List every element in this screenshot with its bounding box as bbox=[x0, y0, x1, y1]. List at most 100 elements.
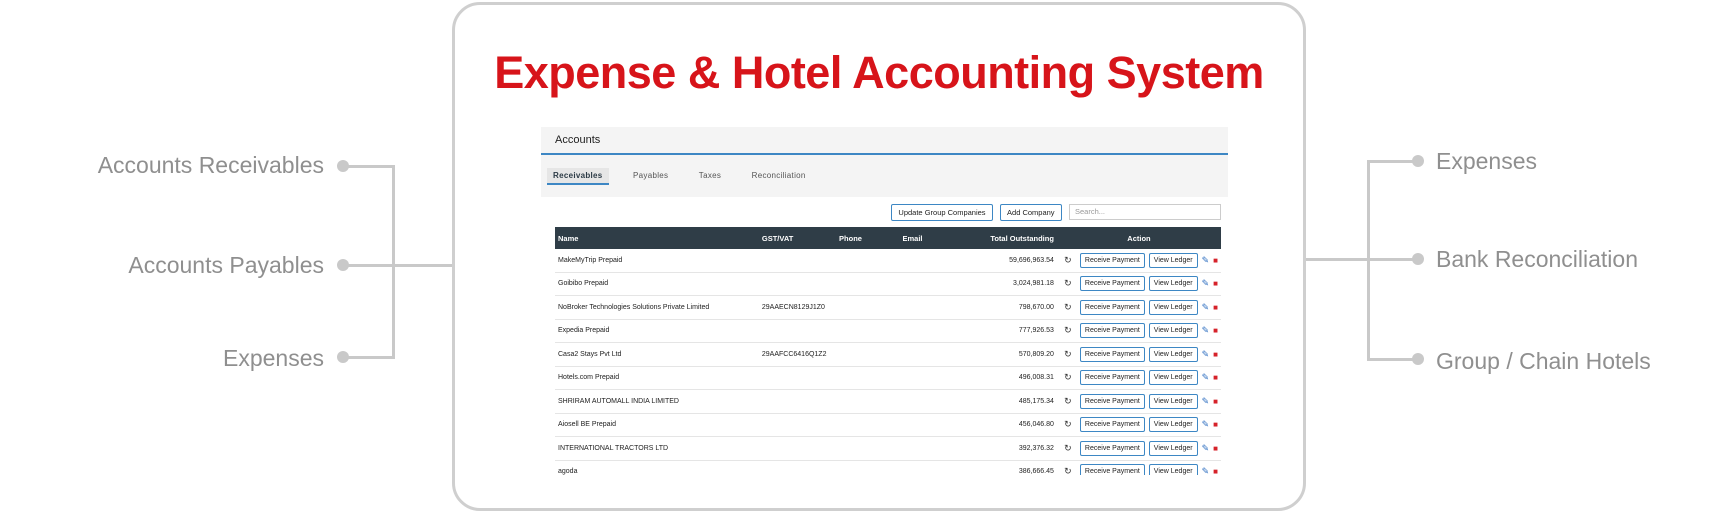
view-ledger-button[interactable]: View Ledger bbox=[1148, 417, 1198, 433]
total-outstanding-value: 485,175.34 bbox=[1018, 397, 1054, 405]
column-header-total-outstanding[interactable]: Total Outstanding bbox=[975, 227, 1057, 249]
cell-email bbox=[899, 319, 976, 343]
table-row: Expedia Prepaid 777,926.53 ↻ Receive Paymen… bbox=[555, 319, 1221, 343]
view-ledger-button[interactable]: View Ledger bbox=[1148, 393, 1198, 409]
connector-line bbox=[392, 264, 454, 267]
refresh-icon[interactable]: ↻ bbox=[1060, 372, 1076, 383]
pencil-icon[interactable]: ✎ bbox=[1202, 396, 1210, 407]
refresh-icon[interactable]: ↻ bbox=[1060, 278, 1076, 289]
cell-total-outstanding: 59,696,963.54 bbox=[975, 249, 1057, 273]
pencil-icon[interactable]: ✎ bbox=[1202, 255, 1210, 266]
connector-line bbox=[1306, 258, 1368, 261]
connector-line bbox=[392, 165, 395, 359]
view-ledger-button[interactable]: View Ledger bbox=[1148, 346, 1198, 362]
table-row: Hotels.com Prepaid 496,008.31 ↻ Receive Pay… bbox=[555, 366, 1221, 390]
table-row: MakeMyTrip Prepaid 59,696,963.54 ↻ Receive … bbox=[555, 249, 1221, 273]
trash-icon[interactable]: ■ bbox=[1213, 467, 1218, 475]
table-header-row: Name GST/VAT Phone Email Total Outstandi… bbox=[555, 227, 1221, 249]
view-ledger-button[interactable]: View Ledger bbox=[1148, 276, 1198, 292]
receive-payment-button[interactable]: Receive Payment bbox=[1079, 393, 1145, 409]
page-title: Accounts bbox=[555, 134, 601, 146]
tab-payables[interactable]: Payables bbox=[627, 168, 674, 183]
view-ledger-button[interactable]: View Ledger bbox=[1148, 370, 1198, 386]
cell-gst bbox=[758, 460, 837, 475]
refresh-icon[interactable]: ↻ bbox=[1060, 419, 1076, 430]
total-outstanding-value: 777,926.53 bbox=[1018, 327, 1054, 335]
receive-payment-button[interactable]: Receive Payment bbox=[1079, 464, 1145, 475]
receive-payment-button[interactable]: Receive Payment bbox=[1079, 346, 1145, 362]
cell-email bbox=[899, 460, 976, 475]
update-group-companies-button[interactable]: Update Group Companies bbox=[891, 204, 993, 221]
trash-icon[interactable]: ■ bbox=[1213, 326, 1218, 335]
receive-payment-button[interactable]: Receive Payment bbox=[1079, 252, 1145, 268]
tab-reconciliation[interactable]: Reconciliation bbox=[746, 168, 812, 183]
screenshot-frame: Expense & Hotel Accounting System Accoun… bbox=[452, 2, 1306, 511]
trash-icon[interactable]: ■ bbox=[1213, 256, 1218, 265]
cell-action: ↻ Receive Payment View Ledger ✎ ■ bbox=[1056, 272, 1221, 296]
column-header-gst[interactable]: GST/VAT bbox=[759, 227, 836, 249]
receive-payment-button[interactable]: Receive Payment bbox=[1079, 299, 1145, 315]
cell-total-outstanding: 798,670.00 bbox=[975, 295, 1057, 320]
cell-email bbox=[899, 249, 976, 273]
cell-email bbox=[899, 436, 976, 461]
pencil-icon[interactable]: ✎ bbox=[1202, 278, 1210, 289]
refresh-icon[interactable]: ↻ bbox=[1060, 443, 1076, 454]
cell-email bbox=[899, 366, 976, 390]
cell-action: ↻ Receive Payment View Ledger ✎ ■ bbox=[1056, 295, 1221, 320]
receive-payment-button[interactable]: Receive Payment bbox=[1079, 440, 1145, 456]
pencil-icon[interactable]: ✎ bbox=[1202, 349, 1210, 360]
trash-icon[interactable]: ■ bbox=[1213, 303, 1218, 312]
view-ledger-button[interactable]: View Ledger bbox=[1148, 440, 1198, 456]
cell-name: Goibibo Prepaid bbox=[555, 272, 759, 296]
cell-action: ↻ Receive Payment View Ledger ✎ ■ bbox=[1056, 342, 1221, 367]
refresh-icon[interactable]: ↻ bbox=[1060, 325, 1076, 336]
connector-line bbox=[343, 165, 394, 168]
cell-total-outstanding: 777,926.53 bbox=[975, 319, 1057, 343]
refresh-icon[interactable]: ↻ bbox=[1060, 255, 1076, 266]
total-outstanding-value: 798,670.00 bbox=[1018, 303, 1054, 311]
view-ledger-button[interactable]: View Ledger bbox=[1148, 464, 1198, 475]
cell-total-outstanding: 386,666.45 bbox=[975, 460, 1057, 475]
refresh-icon[interactable]: ↻ bbox=[1060, 302, 1076, 313]
trash-icon[interactable]: ■ bbox=[1213, 444, 1218, 453]
trash-icon[interactable]: ■ bbox=[1213, 279, 1218, 288]
receive-payment-button[interactable]: Receive Payment bbox=[1079, 417, 1145, 433]
tab-taxes[interactable]: Taxes bbox=[693, 168, 727, 183]
cell-email bbox=[899, 413, 976, 437]
trash-icon[interactable]: ■ bbox=[1213, 373, 1218, 382]
refresh-icon[interactable]: ↻ bbox=[1060, 349, 1076, 360]
pencil-icon[interactable]: ✎ bbox=[1202, 443, 1210, 454]
receive-payment-button[interactable]: Receive Payment bbox=[1079, 323, 1145, 339]
cell-action: ↻ Receive Payment View Ledger ✎ ■ bbox=[1056, 413, 1221, 437]
add-company-button[interactable]: Add Company bbox=[1000, 204, 1062, 221]
trash-icon[interactable]: ■ bbox=[1213, 350, 1218, 359]
cell-email bbox=[899, 342, 976, 367]
tab-receivables[interactable]: Receivables bbox=[547, 168, 609, 185]
table-body: MakeMyTrip Prepaid 59,696,963.54 ↻ Receive … bbox=[555, 249, 1221, 475]
cell-gst bbox=[758, 413, 837, 437]
view-ledger-button[interactable]: View Ledger bbox=[1148, 299, 1198, 315]
receive-payment-button[interactable]: Receive Payment bbox=[1079, 370, 1145, 386]
trash-icon[interactable]: ■ bbox=[1213, 397, 1218, 406]
pencil-icon[interactable]: ✎ bbox=[1202, 419, 1210, 430]
trash-icon[interactable]: ■ bbox=[1213, 420, 1218, 429]
pencil-icon[interactable]: ✎ bbox=[1202, 302, 1210, 313]
total-outstanding-value: 59,696,963.54 bbox=[1009, 256, 1054, 264]
refresh-icon[interactable]: ↻ bbox=[1060, 466, 1076, 475]
search-input[interactable]: Search... bbox=[1069, 204, 1221, 220]
view-ledger-button[interactable]: View Ledger bbox=[1148, 252, 1198, 268]
pencil-icon[interactable]: ✎ bbox=[1202, 372, 1210, 383]
app-title-bar: Accounts bbox=[541, 127, 1228, 155]
column-header-email[interactable]: Email bbox=[900, 227, 976, 249]
column-header-phone[interactable]: Phone bbox=[836, 227, 899, 249]
receive-payment-button[interactable]: Receive Payment bbox=[1079, 276, 1145, 292]
connector-line bbox=[343, 356, 394, 359]
total-outstanding-value: 496,008.31 bbox=[1018, 374, 1054, 382]
table-row: NoBroker Technologies Solutions Private … bbox=[555, 295, 1221, 320]
refresh-icon[interactable]: ↻ bbox=[1060, 396, 1076, 407]
column-header-name[interactable]: Name bbox=[555, 227, 759, 249]
pencil-icon[interactable]: ✎ bbox=[1202, 325, 1210, 336]
callout-bank-reconciliation: Bank Reconciliation bbox=[1436, 246, 1639, 272]
view-ledger-button[interactable]: View Ledger bbox=[1148, 323, 1198, 339]
pencil-icon[interactable]: ✎ bbox=[1202, 466, 1210, 475]
